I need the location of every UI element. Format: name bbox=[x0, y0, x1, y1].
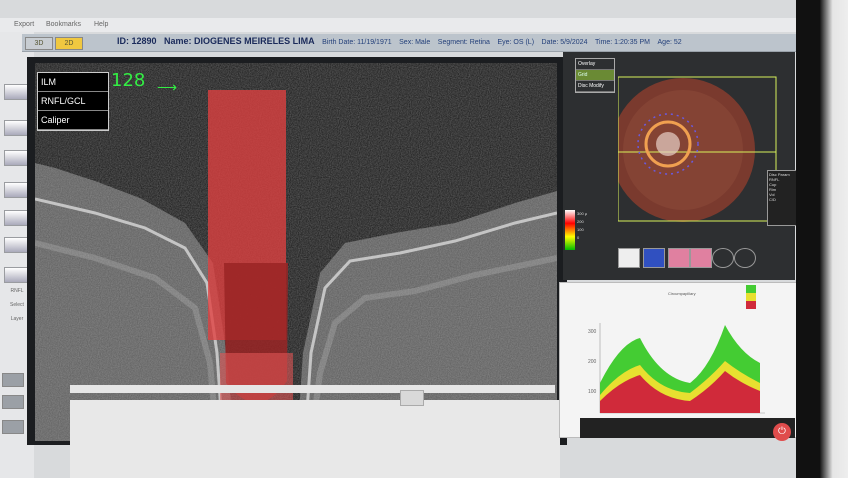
y-tick-200: 200 bbox=[588, 359, 597, 365]
scale-labels: 300 μ 200 100 0 bbox=[577, 210, 587, 242]
view-overlay[interactable]: Overlay bbox=[576, 59, 614, 70]
scale-label-0: 0 bbox=[577, 235, 580, 240]
layer-rnfl-gcl[interactable]: RNFL/GCL bbox=[38, 92, 108, 111]
fundus-image[interactable] bbox=[618, 62, 778, 222]
patient-info: ID: 12890 Name: DIOGENES MEIRELES LIMA B… bbox=[117, 36, 687, 46]
nav-button-2[interactable] bbox=[2, 395, 24, 409]
thickness-scale bbox=[565, 210, 575, 250]
patient-info-bar: 3D 2D ID: 12890 Name: DIOGENES MEIRELES … bbox=[22, 34, 828, 52]
bscan-scrollbar[interactable] bbox=[70, 385, 555, 393]
tab-2d[interactable]: 2D bbox=[55, 37, 83, 50]
view-menu: Overlay Grid Disc Modify bbox=[575, 58, 615, 93]
scale-label-200: 200 bbox=[577, 219, 584, 224]
legend-outside bbox=[746, 301, 756, 309]
layer-legend: ILM RNFL/GCL Caliper bbox=[37, 72, 109, 131]
legend-border bbox=[746, 293, 756, 301]
y-tick-100: 100 bbox=[588, 389, 597, 395]
taskbar bbox=[580, 418, 795, 438]
nav-button-1[interactable] bbox=[2, 373, 24, 387]
background-light bbox=[820, 0, 848, 478]
scale-label-100: 100 bbox=[577, 227, 584, 232]
stat-cd: C/D bbox=[769, 197, 776, 202]
legend-normal bbox=[746, 285, 756, 293]
layer-caliper[interactable]: Caliper bbox=[38, 111, 108, 130]
power-icon[interactable]: ⏻ bbox=[773, 423, 791, 441]
tool-blue[interactable] bbox=[643, 248, 665, 268]
tool-pink-2[interactable] bbox=[690, 248, 712, 268]
arrow-right-icon: ⟶ bbox=[157, 79, 178, 95]
patient-sex: Sex: Male bbox=[399, 39, 431, 46]
y-tick-300: 300 bbox=[588, 329, 597, 335]
patient-segment: Segment: Retina bbox=[437, 39, 490, 46]
bottom-panel bbox=[70, 400, 560, 478]
scale-label-300: 300 μ bbox=[577, 211, 588, 216]
patient-birth-date: Birth Date: 11/19/1971 bbox=[322, 39, 392, 46]
nav-button-3[interactable] bbox=[2, 420, 24, 434]
slice-number: 128 bbox=[111, 70, 146, 91]
view-grid[interactable]: Grid bbox=[576, 70, 614, 81]
menu-help[interactable]: Help bbox=[94, 21, 108, 28]
left-nav bbox=[0, 365, 28, 445]
scan-time: Time: 1:20:35 PM bbox=[595, 39, 650, 46]
menu-export[interactable]: Export bbox=[14, 21, 34, 28]
menu-bar: Export Bookmarks Help bbox=[0, 18, 848, 32]
circle-tool-1[interactable] bbox=[712, 248, 734, 268]
layer-ilm[interactable]: ILM bbox=[38, 73, 108, 92]
patient-eye: Eye: OS (L) bbox=[497, 39, 535, 46]
tab-3d[interactable]: 3D bbox=[25, 37, 53, 50]
circle-tool-2[interactable] bbox=[734, 248, 756, 268]
patient-name: Name: DIOGENES MEIRELES LIMA bbox=[164, 36, 315, 46]
chart-icon: 300 200 100 bbox=[588, 285, 765, 414]
menu-bookmarks[interactable]: Bookmarks bbox=[46, 21, 81, 28]
tool-white[interactable] bbox=[618, 248, 640, 268]
patient-id: ID: 12890 bbox=[117, 36, 157, 46]
scroll-thumb[interactable] bbox=[400, 390, 424, 406]
view-disc-modify[interactable]: Disc Modify bbox=[576, 81, 614, 92]
patient-age: Age: 52 bbox=[657, 39, 682, 46]
scan-date: Date: 5/9/2024 bbox=[541, 39, 588, 46]
tool-pink[interactable] bbox=[668, 248, 690, 268]
thickness-chart-panel: Circumpapillary 300 200 100 bbox=[559, 282, 797, 438]
fundus-panel: Overlay Grid Disc Modify 300 μ 200 100 0… bbox=[563, 52, 801, 280]
